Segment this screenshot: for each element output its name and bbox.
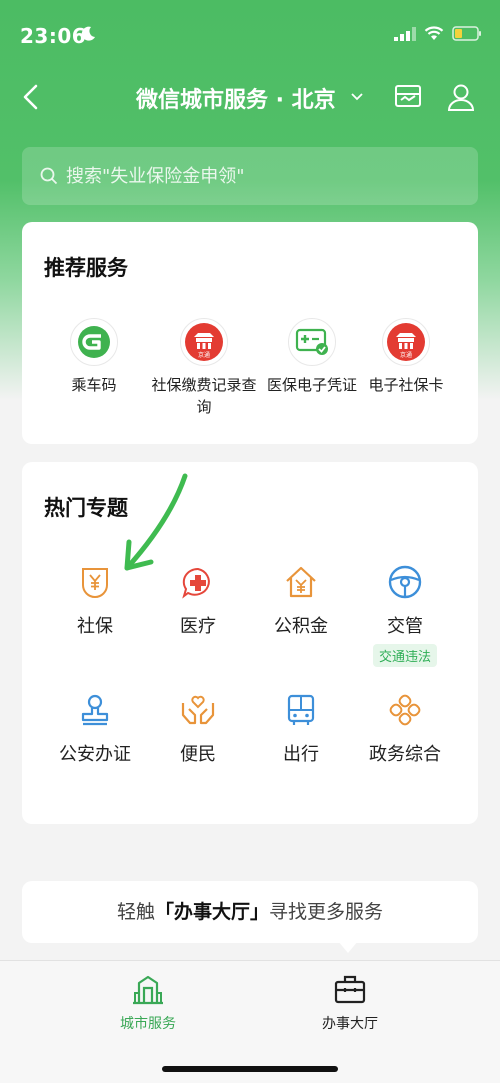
yen-shield-icon xyxy=(75,562,115,602)
service-label: 乘车码 xyxy=(71,376,117,394)
bus-code-icon xyxy=(70,318,118,366)
beijing-gov-icon: 京通 xyxy=(382,318,430,366)
hint-pointer xyxy=(338,941,358,953)
search-bar[interactable] xyxy=(22,147,478,205)
topic-convenience[interactable]: 便民 xyxy=(143,690,253,766)
svg-text:京通: 京通 xyxy=(400,351,412,359)
topic-housing-fund[interactable]: 公积金 xyxy=(246,562,356,638)
back-arrow-icon[interactable] xyxy=(18,82,44,112)
stamp-icon xyxy=(75,690,115,730)
tab-label: 城市服务 xyxy=(120,1016,176,1032)
wifi-icon xyxy=(424,26,444,40)
more-services-hint[interactable]: 轻触「办事大厅」寻找更多服务 xyxy=(22,881,478,943)
topic-label: 公安办证 xyxy=(59,744,131,765)
tab-label: 办事大厅 xyxy=(322,1016,378,1032)
home-indicator xyxy=(162,1066,338,1072)
nav-bar: 微信城市服务 · 北京 xyxy=(0,70,500,126)
hot-topics-card: 热门专题 社保 医疗 公积金 交管 交通违法 公安办证 便民 出行 政务综合 xyxy=(22,462,478,824)
bottom-tab-bar: 城市服务 办事大厅 xyxy=(0,960,500,1083)
tab-service-hall[interactable]: 办事大厅 xyxy=(290,973,410,1033)
topic-traffic-management[interactable]: 交管 交通违法 xyxy=(350,562,460,667)
service-social-insurance-payment-query[interactable]: 京通 社保缴费记录查询 xyxy=(144,318,264,418)
hint-highlight: 「办事大厅」 xyxy=(154,901,269,923)
service-e-social-security-card[interactable]: 京通 电子社保卡 xyxy=(346,318,466,396)
chevron-down-icon[interactable] xyxy=(350,92,364,102)
recommended-title: 推荐服务 xyxy=(44,256,128,280)
briefcase-icon xyxy=(334,975,366,1004)
status-time: 23:06 xyxy=(20,24,87,48)
battery-icon xyxy=(452,26,481,41)
medical-card-icon xyxy=(288,318,336,366)
topic-label: 公积金 xyxy=(274,616,328,637)
status-bar: 23:06 xyxy=(0,0,500,70)
traffic-violation-tag[interactable]: 交通违法 xyxy=(372,644,437,667)
recommended-services-card: 推荐服务 乘车码 京通 社保缴费记录查询 医保电子凭证 京通 电子社保卡 xyxy=(22,222,478,444)
hands-heart-icon xyxy=(178,690,218,730)
topic-government-affairs[interactable]: 政务综合 xyxy=(350,690,460,766)
svg-text:京通: 京通 xyxy=(198,351,210,359)
topic-label: 交管 xyxy=(387,616,423,637)
topic-label: 便民 xyxy=(180,744,216,765)
city-selector[interactable]: 微信城市服务 · 北京 xyxy=(136,82,336,114)
tab-city-services[interactable]: 城市服务 xyxy=(88,973,208,1033)
annotation-arrow xyxy=(124,473,188,571)
beijing-gov-icon: 京通 xyxy=(180,318,228,366)
topic-label: 出行 xyxy=(283,744,319,765)
topic-label: 社保 xyxy=(77,616,113,637)
topic-label: 政务综合 xyxy=(369,744,441,765)
city-buildings-icon xyxy=(133,975,163,1005)
search-input[interactable] xyxy=(66,165,446,187)
house-yen-icon xyxy=(281,562,321,602)
bus-icon xyxy=(281,690,321,730)
service-bus-code[interactable]: 乘车码 xyxy=(34,318,154,396)
service-label: 电子社保卡 xyxy=(368,376,444,394)
topic-public-security[interactable]: 公安办证 xyxy=(40,690,150,766)
topic-travel[interactable]: 出行 xyxy=(246,690,356,766)
user-profile-icon[interactable] xyxy=(446,82,476,112)
moon-icon xyxy=(81,26,95,41)
topic-label: 医疗 xyxy=(180,616,216,637)
signal-icon xyxy=(394,26,416,41)
steering-wheel-icon xyxy=(385,562,425,602)
clover-icon xyxy=(385,690,425,730)
hint-prefix: 轻触 xyxy=(116,901,155,923)
hint-suffix: 寻找更多服务 xyxy=(269,901,384,923)
card-wallet-icon[interactable] xyxy=(394,82,422,110)
service-label: 社保缴费记录查询 xyxy=(151,376,257,416)
search-icon xyxy=(40,167,58,185)
